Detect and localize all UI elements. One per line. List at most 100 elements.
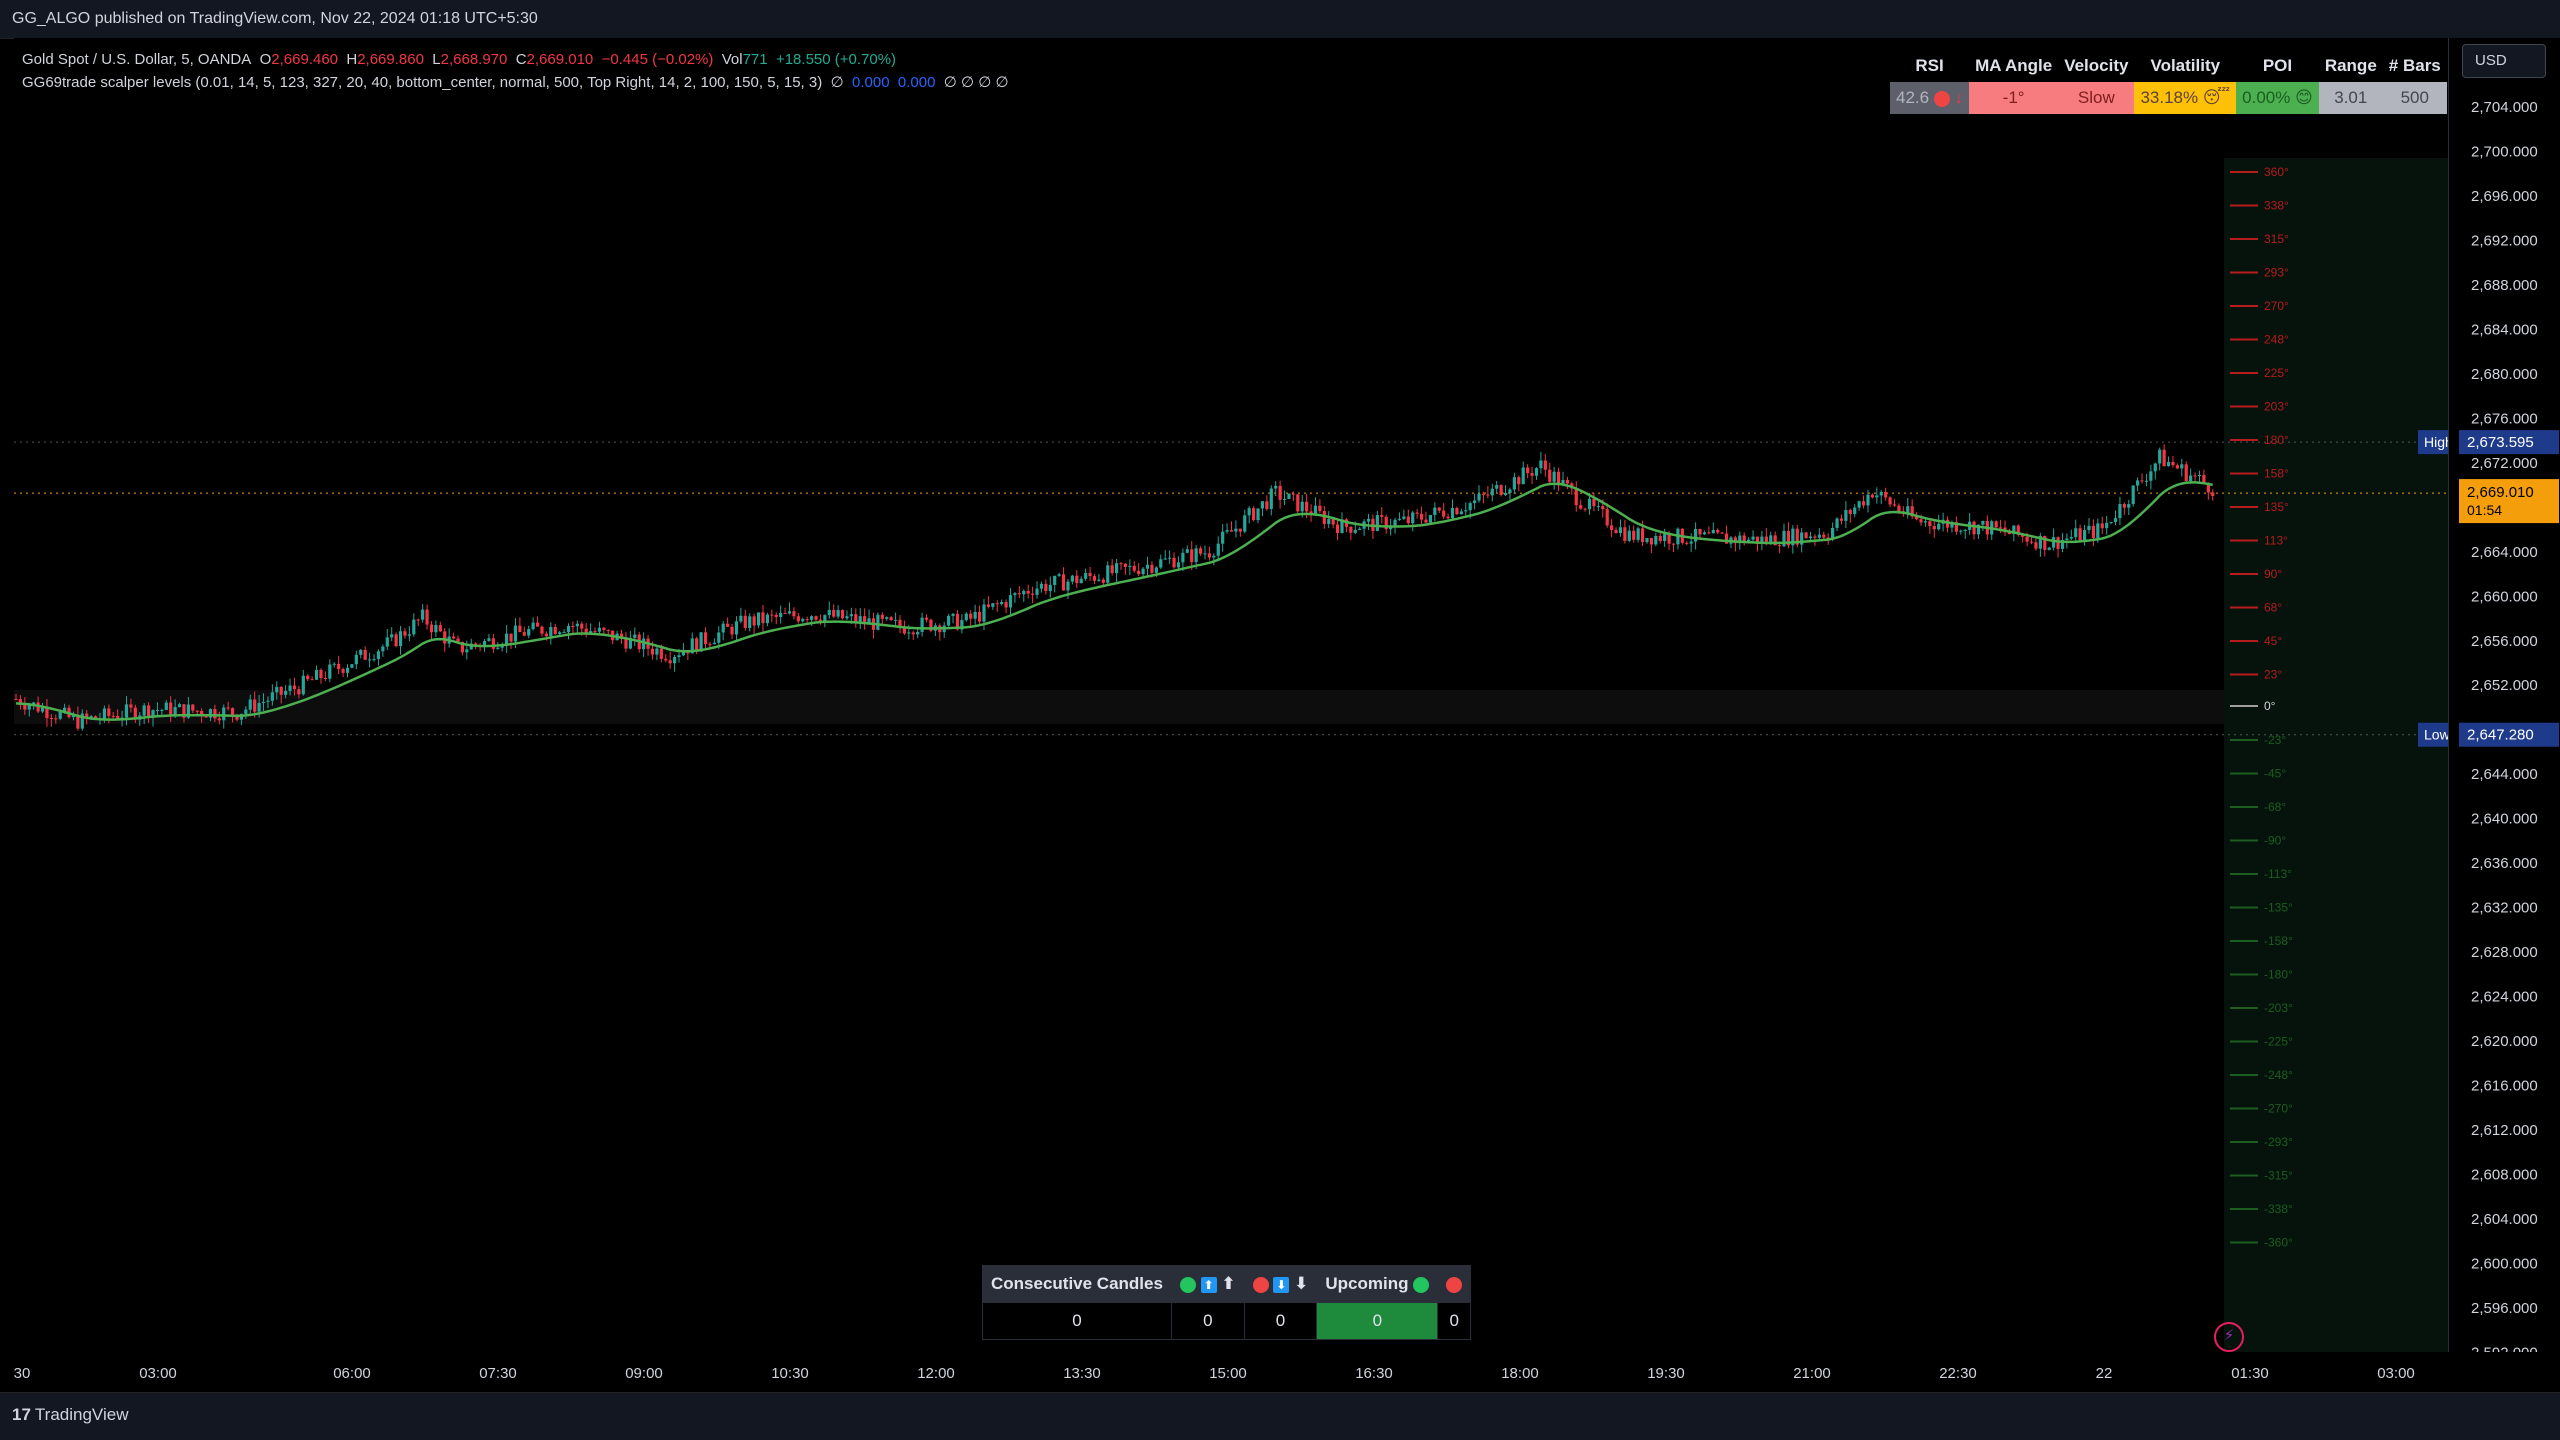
price-tick-label: 2,652.000 (2471, 677, 2538, 694)
angle-label-positive: 338° (2264, 199, 2289, 213)
candle-body (1879, 491, 1883, 496)
candle-body (350, 664, 354, 668)
candle-body (1455, 507, 1459, 515)
candle-body (1128, 565, 1132, 567)
angle-label-zero: 0° (2264, 699, 2276, 713)
candle-body (107, 708, 111, 716)
candle-body (1870, 494, 1874, 498)
candle-body (1291, 493, 1295, 495)
angle-label-negative: -158° (2264, 934, 2293, 948)
indicator-name[interactable]: GG69trade scalper levels (0.01, 14, 5, 1… (22, 74, 822, 91)
candle-body (376, 651, 381, 660)
candle-body (1335, 524, 1340, 534)
candle-body (1212, 555, 1216, 558)
candle-body (1548, 469, 1552, 482)
poi-value: 0.00% (2242, 88, 2291, 107)
candle-body (805, 619, 809, 621)
candle-body (2082, 530, 2087, 541)
candle-body (354, 654, 358, 665)
up-arrow-icon: ⬆ (1200, 1276, 1217, 1293)
price-tick-label: 2,608.000 (2471, 1167, 2538, 1184)
candle-body (1022, 590, 1026, 595)
candle-body (783, 612, 787, 614)
chart-pane[interactable]: 360° 338° 315° 293° 270° 248° 225° 203° 180° 158°… (14, 38, 2448, 1352)
candle-body (1000, 602, 1004, 605)
candle-body (381, 646, 385, 652)
candle-body (1649, 538, 1653, 545)
candle-body (1243, 515, 1247, 532)
candle-body (1521, 467, 1525, 485)
candle-body (1654, 536, 1658, 545)
tradingview-logo[interactable]: 17 TradingView (12, 1405, 128, 1425)
candle-body (1145, 564, 1150, 569)
candle-body (571, 625, 575, 627)
candle-body (1689, 541, 1693, 544)
candle-body (1698, 529, 1702, 535)
angle-label-positive: 23° (2264, 668, 2282, 682)
candle-body (1539, 460, 1543, 469)
candle-body (1070, 575, 1074, 582)
candle-body (54, 718, 58, 720)
time-tick-label: 03:00 (2377, 1365, 2415, 1382)
currency-button[interactable]: USD (2462, 44, 2546, 78)
candle-body (1844, 509, 1848, 521)
angle-label-negative: -45° (2264, 767, 2286, 781)
candle-body (1707, 532, 1711, 534)
time-tick-label: 30 (14, 1365, 31, 1382)
candle-body (1610, 525, 1614, 530)
time-axis-scale[interactable]: 30 03:00 06:00 07:30 09:00 10:30 12:00 13:30 15:… (0, 1352, 2448, 1392)
time-tick-label: 19:30 (1647, 1365, 1685, 1382)
candle-body (1428, 515, 1432, 523)
candle-body (1822, 534, 1826, 538)
angle-label-positive: 293° (2264, 266, 2289, 280)
candle-body (1596, 506, 1600, 508)
candle-body (2158, 449, 2162, 464)
candle-body (2118, 503, 2122, 519)
time-axis[interactable]: 30 03:00 06:00 07:30 09:00 10:30 12:00 13:30 15:… (0, 1352, 2448, 1392)
candle-body (597, 627, 602, 632)
candle-body (2109, 521, 2113, 523)
candle-body (947, 615, 951, 626)
candle-body (849, 614, 853, 617)
candle-body (248, 699, 252, 710)
candle-body (2149, 471, 2153, 481)
candle-body (124, 704, 129, 718)
candle-body (385, 637, 389, 647)
candle-body (1225, 530, 1229, 532)
consecutive-candles-table: Consecutive Candles ⬆ ⬆ ⬇ ⬇ Upcoming 0 0… (982, 1265, 1472, 1340)
candle-body (345, 667, 350, 673)
candle-body (1252, 508, 1256, 521)
countdown-value: 01:54 (2467, 502, 2502, 518)
angle-label-positive: 270° (2264, 299, 2289, 313)
candle-body (2074, 528, 2078, 538)
low-label: Low (2424, 727, 2448, 743)
candle-body (412, 619, 416, 635)
candle-body (1039, 583, 1044, 589)
indicator-value-1: 0.000 (852, 74, 890, 91)
low-price-tag-value: 2,647.280 (2467, 727, 2534, 744)
price-tick-label: 2,624.000 (2471, 989, 2538, 1006)
lightning-alert-icon[interactable]: ⚡ (2214, 1322, 2244, 1352)
time-tick-label: 12:00 (917, 1365, 955, 1382)
price-tick-label: 2,612.000 (2471, 1122, 2538, 1139)
candle-body (2034, 542, 2038, 549)
close-value: 2,669.010 (526, 51, 594, 68)
candle-body (1495, 485, 1499, 489)
candle-body (1026, 590, 1030, 594)
price-tick-label: 2,616.000 (2471, 1078, 2538, 1095)
symbol-name[interactable]: Gold Spot / U.S. Dollar, 5, OANDA (22, 51, 251, 68)
candle-body (743, 615, 747, 628)
price-tick-label: 2,640.000 (2471, 811, 2538, 828)
candle-body (1079, 578, 1083, 584)
candle-body (328, 664, 332, 679)
candle-body (1804, 532, 1808, 539)
candle-body (1667, 534, 1671, 544)
candle-body (2029, 541, 2034, 543)
price-tick-label: 2,688.000 (2471, 277, 2538, 294)
price-tick-label: 2,692.000 (2471, 232, 2538, 249)
price-axis-scale[interactable]: 2,704.000 2,700.000 2,696.000 2,692.000 2,68… (2449, 38, 2560, 1361)
candle-body (1888, 497, 1892, 505)
price-axis[interactable]: 2,704.000 2,700.000 2,696.000 2,692.000 2,68… (2448, 38, 2560, 1361)
price-chart[interactable]: 360° 338° 315° 293° 270° 248° 225° 203° 180° 158°… (14, 38, 2448, 1352)
candle-body (1181, 552, 1185, 563)
